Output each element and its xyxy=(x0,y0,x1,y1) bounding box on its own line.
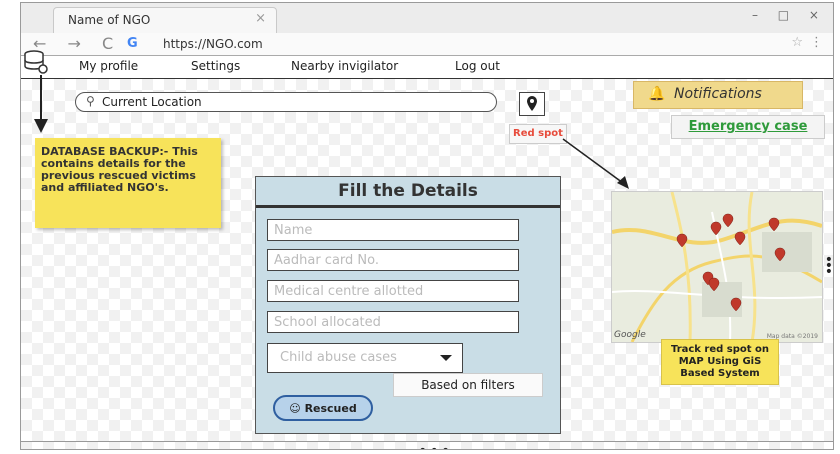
google-map-label: Google xyxy=(614,330,646,340)
browser-tab[interactable]: Name of NGO × xyxy=(53,7,277,34)
map-graphic xyxy=(612,192,822,342)
notifications-label: Notifications xyxy=(674,86,762,102)
horizontal-ellipsis-icon[interactable]: ••• xyxy=(418,441,452,449)
database-icon[interactable] xyxy=(23,49,49,75)
location-pin-button[interactable] xyxy=(519,92,545,116)
school-allocated-field[interactable] xyxy=(267,311,519,333)
red-spot-label: Red spot xyxy=(509,124,567,144)
child-abuse-cases-dropdown[interactable]: Child abuse cases xyxy=(267,343,463,373)
map-tracking-note: Track red spot on MAP Using GiS Based Sy… xyxy=(661,339,779,385)
vertical-ellipsis-icon[interactable]: • • • xyxy=(825,253,833,279)
rescued-button[interactable]: ☺ Rescued xyxy=(273,395,373,421)
chevron-down-icon xyxy=(440,355,452,361)
gis-map[interactable]: Google Map data ©2019 xyxy=(611,191,823,343)
emergency-case-link[interactable]: Emergency case xyxy=(671,115,825,139)
menu-item-my-profile[interactable]: My profile xyxy=(79,59,138,73)
browser-window: Name of NGO × – □ × ← → C G https://NGO.… xyxy=(20,2,834,450)
notifications-button[interactable]: 🔔 Notifications xyxy=(633,81,803,109)
app-menu-bar: My profile Settings Nearby invigilator L… xyxy=(21,55,833,80)
aadhar-card-field[interactable] xyxy=(267,249,519,271)
menu-item-nearby-invigilator[interactable]: Nearby invigilator xyxy=(291,59,398,73)
close-tab-icon[interactable]: × xyxy=(255,11,266,26)
location-search-input[interactable] xyxy=(102,95,482,109)
map-pin-icon xyxy=(527,96,537,111)
form-title: Fill the Details xyxy=(338,181,478,201)
database-backup-note: DATABASE BACKUP:- This contains details … xyxy=(35,138,221,228)
bookmark-star-icon[interactable]: ☆ xyxy=(791,35,803,50)
google-icon: G xyxy=(127,36,138,51)
location-search-bar[interactable]: ⚲ xyxy=(75,92,497,112)
menu-item-settings[interactable]: Settings xyxy=(191,59,240,73)
form-title-divider xyxy=(256,205,560,208)
filters-tooltip: Based on filters xyxy=(393,373,543,397)
medical-centre-field[interactable] xyxy=(267,280,519,302)
arrow-to-map-icon xyxy=(562,138,629,189)
url-field[interactable]: https://NGO.com xyxy=(163,37,263,51)
down-arrow-icon xyxy=(34,75,48,133)
window-controls[interactable]: – □ × xyxy=(752,8,827,22)
address-bar: ← → C G https://NGO.com ☆ ⋮ xyxy=(21,33,833,55)
browser-menu-icon[interactable]: ⋮ xyxy=(810,35,823,50)
menu-item-log-out[interactable]: Log out xyxy=(455,59,500,73)
search-icon: ⚲ xyxy=(86,94,95,108)
name-field[interactable] xyxy=(267,219,519,241)
tab-title: Name of NGO xyxy=(68,13,151,27)
bell-icon: 🔔 xyxy=(648,86,666,102)
dropdown-label: Child abuse cases xyxy=(280,350,397,365)
tab-bar: Name of NGO × – □ × xyxy=(21,3,833,34)
